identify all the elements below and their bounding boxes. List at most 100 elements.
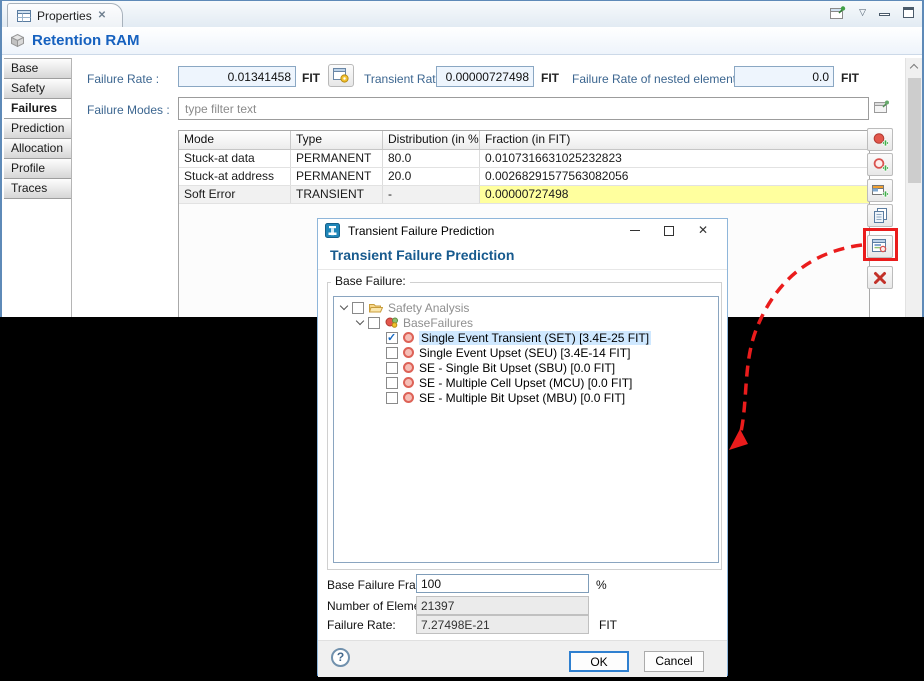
column-header-type[interactable]: Type	[291, 131, 383, 149]
tab-properties[interactable]: Properties ✕	[7, 3, 123, 27]
cell-type: PERMANENT	[291, 150, 383, 167]
scrollbar-up-icon[interactable]	[906, 58, 922, 74]
failure-rate-label: Failure Rate :	[87, 72, 160, 86]
tree-item-mcu[interactable]: SE - Multiple Cell Upset (MCU) [0.0 FIT]	[334, 375, 632, 390]
failure-modes-label: Failure Modes :	[87, 103, 170, 117]
tree-item-set[interactable]: Single Event Transient (SET) [3.4E-25 FI…	[334, 330, 652, 345]
link-with-editor-icon[interactable]	[874, 100, 890, 113]
sidebar-item-prediction[interactable]: Prediction	[4, 119, 71, 139]
add-permanent-failure-mode-button[interactable]	[867, 128, 893, 151]
dialog-failure-rate-field	[416, 615, 589, 634]
help-icon[interactable]: ?	[331, 648, 350, 667]
copy-failure-mode-button[interactable]	[867, 204, 893, 227]
sidebar-item-base[interactable]: Base	[4, 59, 71, 79]
dialog-maximize-icon[interactable]	[654, 219, 684, 241]
sidebar-item-profile[interactable]: Profile	[4, 159, 71, 179]
tree-item-seu[interactable]: Single Event Upset (SEU) [3.4E-14 FIT]	[334, 345, 630, 360]
app-logo-icon	[325, 223, 340, 238]
sidebar-item-traces[interactable]: Traces	[4, 179, 71, 199]
tree-label: Single Event Upset (SEU) [3.4E-14 FIT]	[419, 345, 631, 360]
sidebar-item-allocation[interactable]: Allocation	[4, 139, 71, 159]
table-row-stuck-at-data[interactable]: Stuck-at data PERMANENT 80.0 0.010731663…	[179, 150, 869, 168]
base-failure-icon	[403, 362, 414, 373]
nested-rate-unit: FIT	[841, 71, 859, 85]
tree-item-safety-analysis[interactable]: Safety Analysis	[334, 300, 469, 315]
checkbox-seu[interactable]	[386, 346, 398, 359]
dialog-minimize-icon[interactable]	[620, 219, 650, 241]
add-table-icon	[871, 184, 889, 197]
nested-rate-field[interactable]	[734, 66, 834, 87]
heading-separator	[318, 269, 727, 270]
delete-icon	[874, 271, 886, 284]
transient-rate-field[interactable]	[436, 66, 534, 87]
checkbox-set[interactable]	[386, 331, 398, 344]
add-failure-mode-icon	[873, 132, 889, 146]
base-failure-icon	[403, 392, 414, 403]
percent-unit: %	[596, 578, 607, 592]
tree-label: SE - Multiple Bit Upset (MBU) [0.0 FIT]	[419, 390, 626, 405]
cancel-button[interactable]: Cancel	[644, 651, 704, 672]
view-menu-icon[interactable]: ▽	[859, 7, 866, 18]
checkbox-mcu[interactable]	[386, 376, 398, 389]
close-icon[interactable]: ✕	[98, 10, 106, 21]
add-failure-modes-table-button[interactable]	[867, 179, 893, 202]
dialog-close-icon[interactable]: ✕	[688, 219, 718, 241]
cell-mode: Stuck-at data	[179, 150, 291, 167]
expander-icon[interactable]	[339, 301, 349, 311]
calculate-failure-rate-button[interactable]	[328, 64, 354, 87]
column-header-fraction[interactable]: Fraction (in FIT)	[480, 131, 869, 149]
cell-fraction: 0.00268291577563082056	[485, 169, 629, 183]
cube-icon	[11, 34, 24, 47]
scrollbar-thumb[interactable]	[908, 78, 921, 183]
sidebar-item-failures[interactable]: Failures	[4, 99, 71, 119]
table-row-stuck-at-address[interactable]: Stuck-at address PERMANENT 20.0 0.002682…	[179, 168, 869, 186]
tree-item-mbu[interactable]: SE - Multiple Bit Upset (MBU) [0.0 FIT]	[334, 390, 625, 405]
vertical-scrollbar[interactable]	[905, 58, 922, 317]
copy-icon	[873, 207, 887, 223]
tree-item-basefailures[interactable]: BaseFailures	[334, 315, 473, 330]
add-transient-failure-mode-button[interactable]	[867, 153, 893, 176]
pin-view-icon[interactable]	[830, 6, 846, 19]
column-header-distribution[interactable]: Distribution (in %)	[383, 131, 480, 149]
maximize-icon[interactable]	[903, 7, 914, 18]
base-failure-fraction-field[interactable]	[416, 574, 589, 593]
annotation-highlight-box	[863, 228, 898, 261]
ok-button[interactable]: OK	[569, 651, 629, 672]
minimize-icon[interactable]	[879, 12, 890, 16]
base-failure-tree: Safety Analysis BaseFailures Single Even…	[333, 296, 719, 563]
arrowhead-icon	[729, 429, 748, 450]
nested-rate-label: Failure Rate of nested elements :	[572, 72, 749, 86]
tab-properties-label: Properties	[37, 8, 92, 23]
cell-mode: Stuck-at address	[179, 168, 291, 185]
column-header-mode[interactable]: Mode	[179, 131, 291, 149]
basefailures-icon	[385, 317, 398, 328]
checkbox-basefailures[interactable]	[368, 316, 380, 329]
cell-type: TRANSIENT	[291, 186, 383, 203]
cell-distribution: 80.0	[383, 150, 480, 167]
expander-icon[interactable]	[355, 316, 365, 326]
table-header-row: Mode Type Distribution (in %) Fraction (…	[179, 131, 869, 150]
sidebar-item-safety[interactable]: Safety	[4, 79, 71, 99]
calculate-icon	[333, 68, 349, 83]
failure-modes-filter-input[interactable]	[178, 97, 869, 120]
cell-distribution: 20.0	[383, 168, 480, 185]
cell-fraction-highlighted: 0.00000727498	[480, 186, 869, 203]
page-title: Retention RAM	[32, 32, 140, 49]
checkbox-sbu[interactable]	[386, 361, 398, 374]
base-failure-group-label: Base Failure:	[331, 274, 410, 288]
number-of-elements-field	[416, 596, 589, 615]
dialog-footer: ? OK Cancel	[318, 640, 727, 677]
checkbox-safety-analysis[interactable]	[352, 301, 364, 314]
tree-label: SE - Multiple Cell Upset (MCU) [0.0 FIT]	[419, 375, 633, 390]
dialog-title: Transient Failure Prediction	[348, 223, 495, 238]
cell-mode: Soft Error	[179, 186, 291, 203]
add-transient-failure-icon	[873, 157, 889, 171]
table-row-soft-error[interactable]: Soft Error TRANSIENT - 0.00000727498	[179, 186, 869, 204]
tree-label: Safety Analysis	[388, 300, 470, 315]
checkbox-mbu[interactable]	[386, 391, 398, 404]
dialog-failure-rate-label: Failure Rate:	[327, 618, 396, 632]
tree-item-sbu[interactable]: SE - Single Bit Upset (SBU) [0.0 FIT]	[334, 360, 615, 375]
failure-rate-field[interactable]	[178, 66, 296, 87]
view-tab-bar: Properties ✕ ▽	[2, 1, 922, 27]
delete-failure-mode-button[interactable]	[867, 266, 893, 289]
